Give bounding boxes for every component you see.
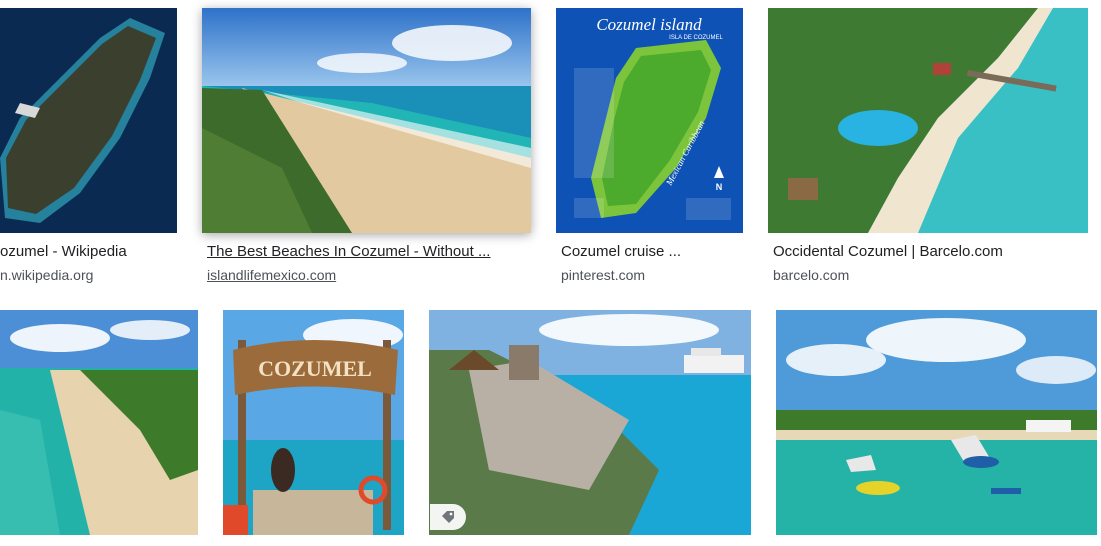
result-source[interactable]: barcelo.com [773,266,1093,284]
tag-badge[interactable] [430,504,466,530]
thumbnail-resort-aerial[interactable] [768,8,1088,233]
map-subtitle: ISLA DE COZUMEL [669,35,723,41]
result-title[interactable]: Cozumel cruise ... [561,242,751,262]
thumbnail-cruise-port[interactable] [429,310,751,535]
thumbnail-water-park[interactable] [776,310,1097,535]
thumbnail-beach-palms[interactable] [0,310,198,535]
sign-text: COZUMEL [258,356,372,381]
result-source[interactable]: pinterest.com [561,266,751,284]
map-title: Cozumel island [596,15,702,34]
thumbnail-cozumel-sign[interactable]: COZUMEL [223,310,404,535]
result-title[interactable]: The Best Beaches In Cozumel - Without ..… [207,242,527,262]
result-source[interactable]: islandlifemexico.com [207,266,527,284]
thumbnail-island-map[interactable]: Cozumel island ISLA DE COZUMEL Mexican C… [556,8,743,233]
result-title[interactable]: Occidental Cozumel | Barcelo.com [773,242,1093,262]
result-source[interactable]: n.wikipedia.org [0,266,180,284]
thumbnail-beach[interactable] [202,8,531,233]
thumbnail-satellite-island[interactable] [0,8,177,233]
tag-icon [442,511,454,523]
result-title[interactable]: ozumel - Wikipedia [0,242,180,262]
map-north-label: N [716,182,723,192]
